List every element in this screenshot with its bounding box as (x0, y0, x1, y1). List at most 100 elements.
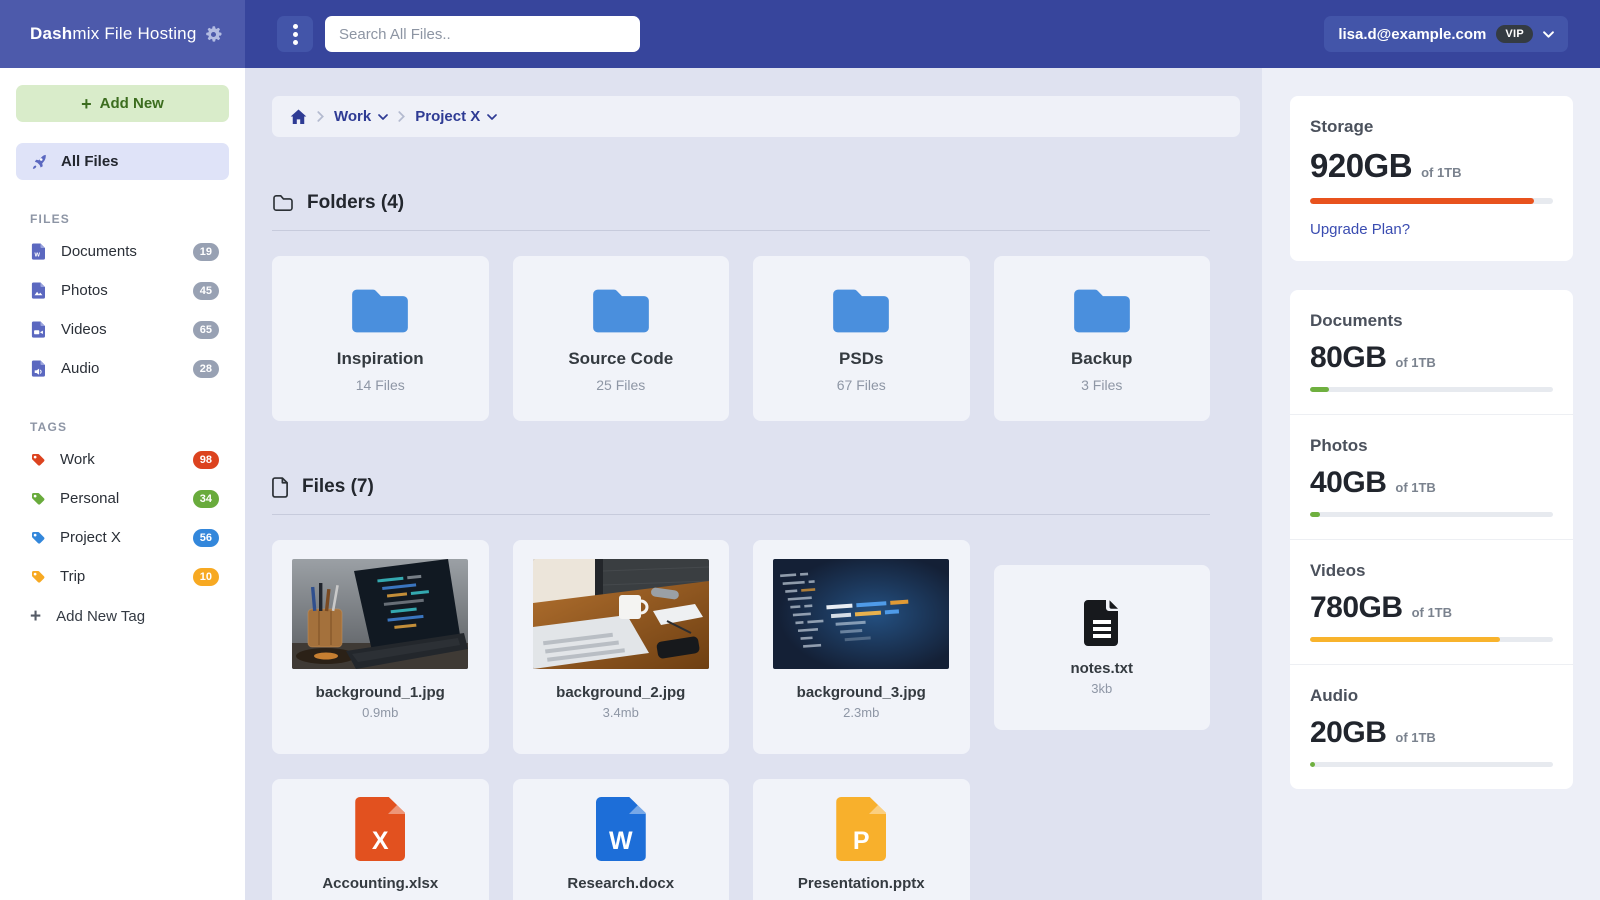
search-input[interactable] (325, 16, 640, 52)
sidebar-tag-label: Project X (60, 529, 179, 546)
divider (272, 514, 1210, 515)
file-card-presentation-pptx[interactable]: P Presentation.pptx (753, 779, 970, 900)
folder-card-source-code[interactable]: Source Code 25 Files (513, 256, 730, 421)
folder-card-backup[interactable]: Backup 3 Files (994, 256, 1211, 421)
file-outline-icon (272, 477, 289, 498)
stat-title: Documents (1310, 311, 1553, 331)
breadcrumb-separator (317, 111, 324, 122)
plus-icon: + (81, 95, 92, 113)
stat-progress-track (1310, 512, 1553, 517)
count-badge: 45 (193, 282, 219, 300)
folder-icon (589, 285, 653, 337)
file-hosting-app: Dashmix File Hosting lisa.d@example.com … (0, 0, 1600, 900)
file-card-background-3[interactable]: background_3.jpg 2.3mb (753, 540, 970, 754)
files-section-title: Files (7) (302, 476, 374, 498)
file-size: 3.4mb (513, 705, 730, 720)
breadcrumb-item-work[interactable]: Work (334, 108, 388, 125)
files-section-label: FILES (30, 212, 229, 226)
tag-icon (30, 491, 46, 507)
file-name: background_2.jpg (513, 684, 730, 701)
folder-icon (829, 285, 893, 337)
file-size: 0.9mb (272, 705, 489, 720)
storage-stat-photos: Photos 40GB of 1TB (1290, 415, 1573, 540)
file-name: Accounting.xlsx (322, 875, 438, 892)
image-thumbnail (292, 559, 468, 669)
folder-name: Inspiration (337, 349, 424, 369)
sidebar-item-videos[interactable]: Videos 65 (16, 310, 229, 349)
sidebar-item-all-files[interactable]: All Files (16, 143, 229, 180)
file-card-research-docx[interactable]: W Research.docx (513, 779, 730, 900)
file-name: background_1.jpg (272, 684, 489, 701)
folder-name: Source Code (568, 349, 673, 369)
main-content: Work Project X Folders (4) Inspiration (245, 68, 1262, 900)
chevron-down-icon (487, 114, 497, 120)
storage-categories-card: Documents 80GB of 1TB Photos 40GB of 1TB (1290, 290, 1573, 789)
file-card-background-2[interactable]: background_2.jpg 3.4mb (513, 540, 730, 754)
audio-file-icon (30, 360, 47, 377)
photo-file-icon (30, 282, 47, 299)
excel-file-icon: X (355, 797, 405, 861)
sidebar-item-audio[interactable]: Audio 28 (16, 349, 229, 388)
upgrade-plan-link[interactable]: Upgrade Plan? (1310, 221, 1410, 238)
sidebar-tag-project-x[interactable]: Project X 56 (16, 518, 229, 557)
breadcrumb-home[interactable] (290, 109, 307, 125)
chevron-down-icon (1543, 31, 1554, 38)
folder-meta: 25 Files (596, 377, 645, 393)
folders-section-title: Folders (4) (307, 192, 404, 214)
sidebar-tag-label: Trip (60, 568, 179, 585)
powerpoint-file-icon: P (836, 797, 886, 861)
sidebar-item-documents[interactable]: w Documents 19 (16, 232, 229, 271)
count-badge: 10 (193, 568, 219, 586)
video-file-icon (30, 321, 47, 338)
more-options-button[interactable] (277, 16, 313, 52)
folder-icon (1070, 285, 1134, 337)
text-file-icon (1080, 598, 1124, 648)
folder-card-psds[interactable]: PSDs 67 Files (753, 256, 970, 421)
user-menu-button[interactable]: lisa.d@example.com VIP (1324, 16, 1568, 52)
sidebar-tag-work[interactable]: Work 98 (16, 440, 229, 479)
add-new-button[interactable]: + Add New (16, 85, 229, 122)
app-title: Dashmix File Hosting (30, 24, 201, 44)
file-name: notes.txt (1070, 660, 1133, 677)
left-sidebar: + Add New All Files FILES w Documents 19… (0, 68, 245, 900)
breadcrumb-item-project-x[interactable]: Project X (415, 108, 497, 125)
storage-progress-track (1310, 198, 1553, 204)
add-new-tag-button[interactable]: + Add New Tag (16, 596, 229, 636)
folder-meta: 3 Files (1081, 377, 1122, 393)
sidebar-tag-label: Work (60, 451, 179, 468)
stat-title: Audio (1310, 686, 1553, 706)
folder-meta: 14 Files (356, 377, 405, 393)
folders-grid: Inspiration 14 Files Source Code 25 File… (272, 256, 1210, 421)
stat-value: 780GB (1310, 591, 1403, 625)
storage-card: Storage 920GB of 1TB Upgrade Plan? (1290, 96, 1573, 261)
count-badge: 98 (193, 451, 219, 469)
sidebar-tag-label: Personal (60, 490, 179, 507)
stat-value: 20GB (1310, 716, 1386, 750)
sidebar-item-photos[interactable]: Photos 45 (16, 271, 229, 310)
sidebar-tag-trip[interactable]: Trip 10 (16, 557, 229, 596)
folder-card-inspiration[interactable]: Inspiration 14 Files (272, 256, 489, 421)
file-card-accounting-xlsx[interactable]: X Accounting.xlsx (272, 779, 489, 900)
folder-name: Backup (1071, 349, 1132, 369)
stat-progress-track (1310, 637, 1553, 642)
file-card-notes-txt[interactable]: notes.txt 3kb (994, 565, 1211, 730)
file-size: 3kb (1091, 681, 1112, 696)
settings-gear-icon[interactable] (201, 22, 225, 46)
stat-of: of 1TB (1395, 480, 1435, 495)
chevron-down-icon (378, 114, 388, 120)
stat-title: Photos (1310, 436, 1553, 456)
word-file-icon: W (596, 797, 646, 861)
document-file-icon: w (30, 243, 47, 260)
storage-stat-videos: Videos 780GB of 1TB (1290, 540, 1573, 665)
file-name: Presentation.pptx (798, 875, 925, 892)
top-bar: Dashmix File Hosting lisa.d@example.com … (0, 0, 1600, 68)
storage-stat-documents: Documents 80GB of 1TB (1290, 290, 1573, 415)
app-title-rest: mix File Hosting (72, 24, 196, 43)
svg-text:w: w (34, 252, 41, 259)
breadcrumb-label: Work (334, 108, 371, 125)
brand-area: Dashmix File Hosting (0, 0, 245, 68)
sidebar-tag-personal[interactable]: Personal 34 (16, 479, 229, 518)
file-card-background-1[interactable]: background_1.jpg 0.9mb (272, 540, 489, 754)
stat-progress-fill (1310, 637, 1500, 642)
folder-icon (348, 285, 412, 337)
